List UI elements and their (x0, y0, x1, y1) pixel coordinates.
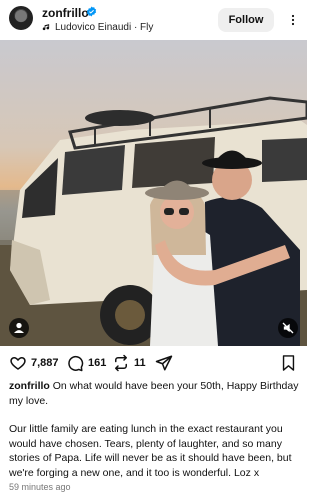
bookmark-icon[interactable] (280, 354, 297, 372)
follow-button[interactable]: Follow (218, 8, 274, 32)
post-actions: 7,887 161 11 (0, 352, 307, 376)
caption-username[interactable]: zonfrillo (9, 380, 50, 392)
share-icon[interactable] (155, 354, 173, 372)
post-header: zonfrillo Ludovico Einaudi · Fly Follow (0, 0, 307, 40)
avatar[interactable] (9, 6, 33, 30)
photo-illustration (0, 96, 307, 346)
user-tag-button[interactable] (9, 318, 29, 338)
post-photo[interactable] (0, 40, 307, 346)
verified-badge-icon (86, 6, 97, 17)
audio-label: Ludovico Einaudi · Fly (55, 22, 154, 33)
comment-count: 161 (88, 357, 107, 369)
post-timestamp: 59 minutes ago (9, 482, 71, 492)
comment-icon[interactable] (66, 354, 84, 372)
post-username[interactable]: zonfrillo (42, 6, 89, 20)
user-tag-icon (14, 322, 24, 333)
caption-first-paragraph: zonfrillo On what would have been your 5… (9, 379, 301, 408)
like-action[interactable]: 7,887 (9, 354, 59, 372)
heart-icon[interactable] (9, 354, 27, 372)
repost-count: 11 (134, 357, 146, 369)
muted-speaker-icon (282, 322, 294, 334)
caption-line-2: Our little family are eating lunch in th… (9, 423, 292, 479)
more-options-icon[interactable] (287, 14, 299, 26)
repost-icon[interactable] (112, 354, 130, 372)
share-action[interactable] (155, 354, 173, 372)
music-note-icon (42, 24, 50, 31)
post-caption: zonfrillo On what would have been your 5… (9, 379, 301, 494)
caption-line-1: On what would have been your 50th, Happy… (9, 380, 299, 407)
mute-button[interactable] (278, 318, 298, 338)
repost-action[interactable]: 11 (112, 354, 146, 372)
like-count: 7,887 (31, 357, 59, 369)
audio-row[interactable]: Ludovico Einaudi · Fly (42, 22, 153, 33)
comment-action[interactable]: 161 (66, 354, 106, 372)
